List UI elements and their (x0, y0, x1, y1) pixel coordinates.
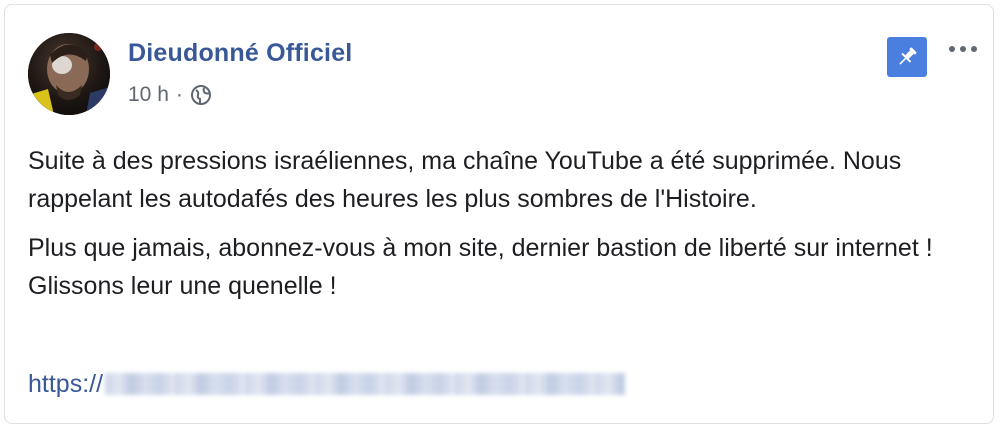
avatar[interactable] (28, 33, 110, 115)
profile-photo (28, 33, 110, 115)
post-body: Suite à des pressions israéliennes, ma c… (28, 142, 968, 305)
post-timestamp[interactable]: 10 h (128, 83, 169, 107)
link-prefix[interactable]: https:// (28, 370, 103, 399)
more-horizontal-icon-dot (949, 46, 955, 52)
pin-post-button[interactable] (887, 37, 927, 77)
post-meta: 10 h · (128, 83, 212, 107)
more-horizontal-icon-dot (960, 46, 966, 52)
post-card: Dieudonné Officiel 10 h · Suite à des pr… (4, 4, 994, 424)
post-paragraph-1: Suite à des pressions israéliennes, ma c… (28, 147, 902, 213)
more-horizontal-icon-dot (971, 46, 977, 52)
pin-icon (899, 47, 917, 65)
blurred-url (105, 373, 626, 395)
author-name-link[interactable]: Dieudonné Officiel (128, 39, 352, 68)
post-link[interactable]: https:// (28, 365, 626, 403)
more-options-button[interactable] (943, 35, 983, 63)
globe-icon (190, 85, 211, 105)
post-paragraph-2: Plus que jamais, abonnez-vous à mon site… (28, 234, 933, 300)
meta-separator: · (175, 83, 183, 106)
